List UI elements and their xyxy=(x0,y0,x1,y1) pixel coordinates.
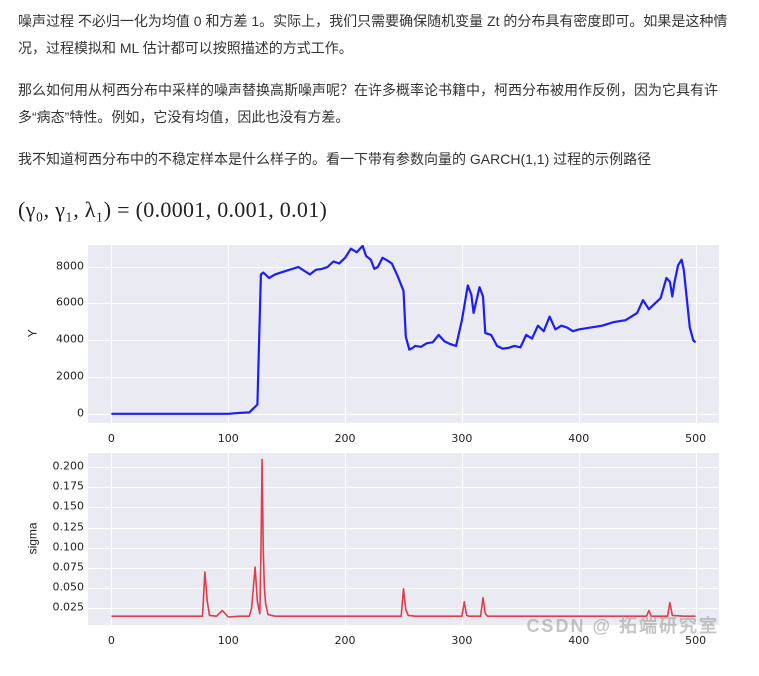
formula-display: (γ₀, γ₁, λ₁) = (0.0001, 0.001, 0.01) xyxy=(18,189,741,231)
plot-area-top xyxy=(88,245,719,423)
xticks-bottom: 0100200300400500 xyxy=(88,631,719,649)
paragraph-1: 噪声过程 不必归一化为均值 0 和方差 1。实际上，我们只需要确保随机变量 Zt… xyxy=(18,8,741,61)
ylabel-bottom: sigma xyxy=(22,523,45,555)
paragraph-2: 那么如何用从柯西分布中采样的噪声替换高斯噪声呢？在许多概率论书籍中，柯西分布被用… xyxy=(18,77,741,130)
paragraph-3: 我不知道柯西分布中的不稳定样本是什么样子的。看一下带有参数向量的 GARCH(1… xyxy=(18,146,741,173)
yticks-top: 02000400060008000 xyxy=(42,245,88,423)
chart-top: Y 02000400060008000 xyxy=(24,245,719,423)
chart-bottom: sigma 0.0250.0500.0750.1000.1250.1500.17… xyxy=(24,453,719,625)
plot-area-bottom xyxy=(88,453,719,625)
ylabel-top: Y xyxy=(22,330,45,338)
chart-figure: Y 02000400060008000 0100200300400500 sig… xyxy=(24,245,719,649)
xticks-top: 0100200300400500 xyxy=(88,429,719,447)
yticks-bottom: 0.0250.0500.0750.1000.1250.1500.1750.200 xyxy=(42,453,88,625)
